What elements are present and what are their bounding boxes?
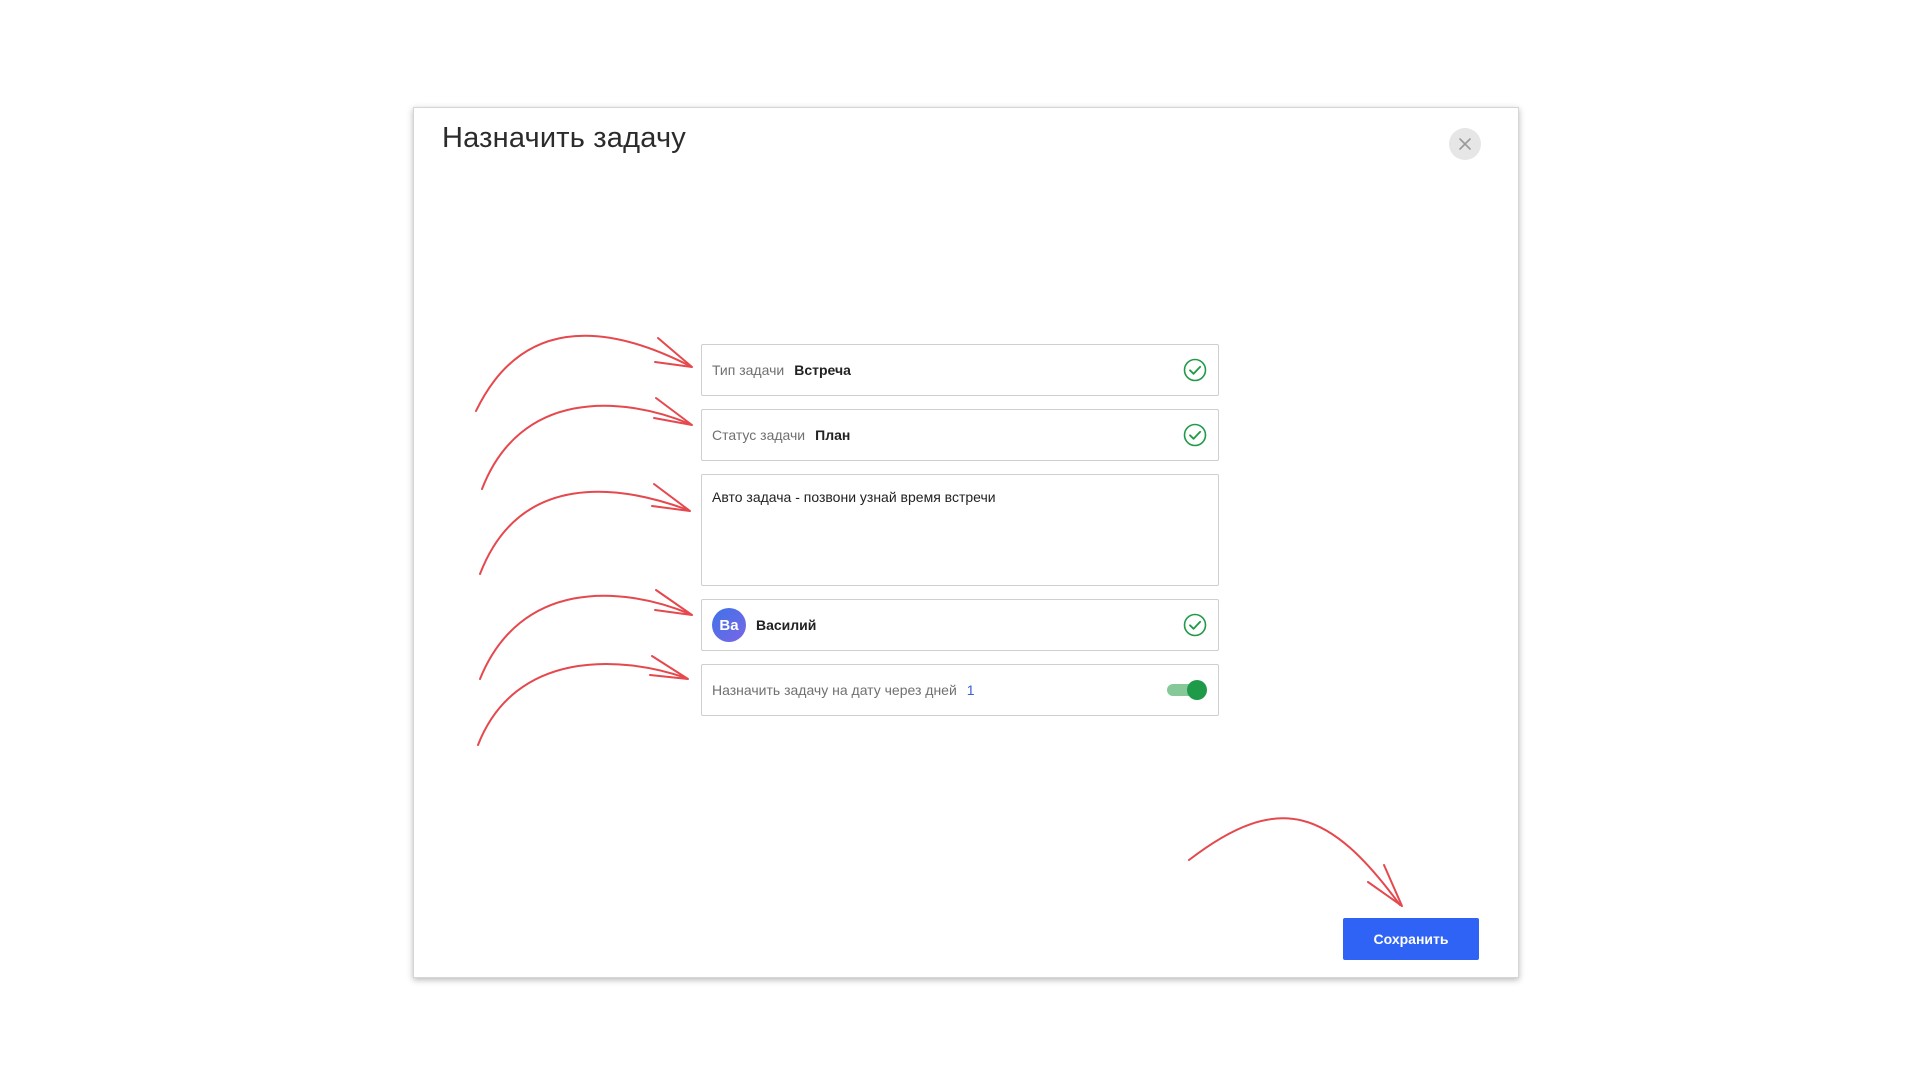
check-circle-icon [1183,613,1207,637]
check-circle-icon [1183,358,1207,382]
toggle-knob [1187,680,1207,700]
schedule-label: Назначить задачу на дату через дней [712,682,957,698]
days-value[interactable]: 1 [967,682,975,698]
assign-task-dialog: Назначить задачу Тип задачи Встреча Стат… [413,107,1519,978]
assignee-name: Василий [756,617,817,633]
assignee-field[interactable]: Ва Василий [701,599,1219,651]
check-circle-icon [1183,423,1207,447]
task-type-field[interactable]: Тип задачи Встреча [701,344,1219,396]
schedule-toggle[interactable] [1167,680,1207,700]
description-textarea[interactable]: Авто задача - позвони узнай время встреч… [701,474,1219,586]
task-status-value: План [815,427,851,443]
description-text: Авто задача - позвони узнай время встреч… [712,489,996,505]
task-status-field[interactable]: Статус задачи План [701,409,1219,461]
save-button[interactable]: Сохранить [1343,918,1479,960]
schedule-field: Назначить задачу на дату через дней 1 [701,664,1219,716]
dialog-title: Назначить задачу [442,122,686,154]
task-type-label: Тип задачи [712,362,785,378]
task-type-value: Встреча [794,362,851,378]
close-button[interactable] [1449,128,1481,160]
close-icon [1459,138,1471,150]
avatar: Ва [712,608,746,642]
task-status-label: Статус задачи [712,427,806,443]
